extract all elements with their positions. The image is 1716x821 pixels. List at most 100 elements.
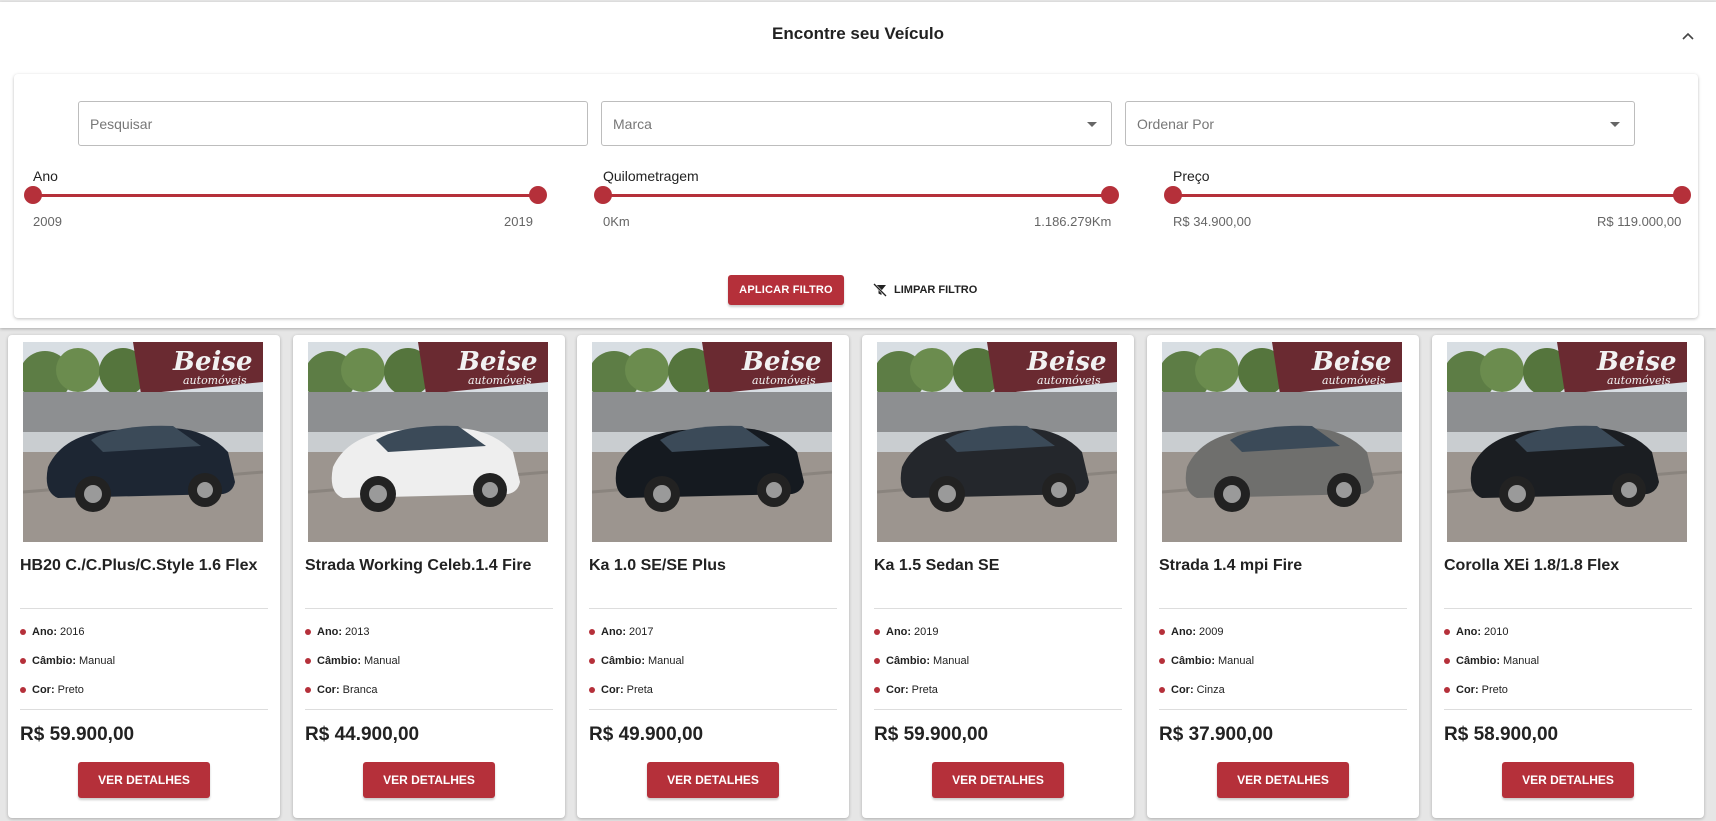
- car-photo[interactable]: Beise automóveis: [592, 342, 832, 542]
- spec-label: Câmbio:: [317, 655, 361, 667]
- divider: [305, 608, 553, 609]
- bullet-icon: [1159, 629, 1165, 635]
- spec-gear: Câmbio: Manual: [874, 655, 969, 667]
- year-max-value: 2019: [504, 214, 533, 229]
- divider: [874, 709, 1122, 710]
- svg-text:automóveis: automóveis: [1607, 374, 1671, 387]
- bullet-icon: [874, 687, 880, 693]
- spec-value: Cinza: [1196, 684, 1225, 696]
- spec-value: Manual: [1503, 655, 1540, 667]
- spec-value: Preto: [1481, 684, 1508, 696]
- bullet-icon: [589, 687, 595, 693]
- search-input[interactable]: [90, 115, 576, 132]
- price-max-value: R$ 119.000,00: [1597, 214, 1682, 229]
- svg-text:automóveis: automóveis: [752, 374, 816, 387]
- brand-select[interactable]: Marca: [601, 101, 1112, 146]
- price-slider-track[interactable]: [1173, 194, 1682, 197]
- bullet-icon: [305, 687, 311, 693]
- spec-value: Manual: [648, 655, 685, 667]
- spec-label: Cor:: [886, 684, 909, 696]
- sort-select-label: Ordenar Por: [1137, 115, 1215, 132]
- car-price: R$ 59.900,00: [874, 724, 989, 745]
- year-slider-label: Ano: [33, 168, 58, 184]
- divider: [20, 608, 268, 609]
- spec-value: Branca: [342, 684, 378, 696]
- brand-watermark: Beise: [1026, 347, 1107, 377]
- bullet-icon: [20, 658, 26, 664]
- km-max-value: 1.186.279Km: [1034, 214, 1112, 229]
- spec-value: Manual: [364, 655, 401, 667]
- km-slider-max-thumb[interactable]: [1101, 186, 1119, 204]
- car-photo[interactable]: Beise automóveis: [23, 342, 263, 542]
- car-photo[interactable]: Beise automóveis: [1447, 342, 1687, 542]
- bullet-icon: [589, 629, 595, 635]
- spec-label: Cor:: [1171, 684, 1194, 696]
- spec-value: Manual: [933, 655, 970, 667]
- spec-label: Câmbio:: [32, 655, 76, 667]
- spec-year: Ano: 2010: [1444, 626, 1509, 638]
- bullet-icon: [305, 629, 311, 635]
- spec-value: Preta: [626, 684, 653, 696]
- km-slider-track[interactable]: [603, 194, 1110, 197]
- car-title[interactable]: Corolla XEi 1.8/1.8 Flex: [1444, 557, 1699, 575]
- spec-value: 2019: [914, 626, 939, 638]
- spec-label: Ano:: [1171, 626, 1197, 638]
- bullet-icon: [1444, 687, 1450, 693]
- bullet-icon: [874, 629, 880, 635]
- km-slider-min-thumb[interactable]: [594, 186, 612, 204]
- view-details-button[interactable]: VER DETALHES: [78, 762, 210, 798]
- spec-gear: Câmbio: Manual: [1159, 655, 1254, 667]
- car-title[interactable]: Strada Working Celeb.1.4 Fire: [305, 557, 560, 575]
- spec-color: Cor: Preto: [20, 684, 84, 696]
- brand-watermark: Beise: [741, 347, 822, 377]
- view-details-button[interactable]: VER DETALHES: [1217, 762, 1349, 798]
- year-slider-max-thumb[interactable]: [529, 186, 547, 204]
- svg-text:automóveis: automóveis: [1322, 374, 1386, 387]
- caret-down-icon: [1087, 122, 1097, 127]
- spec-year: Ano: 2016: [20, 626, 85, 638]
- car-card: Beise automóveis Corolla XEi 1.8/1.8 Fle…: [1432, 335, 1704, 818]
- bullet-icon: [589, 658, 595, 664]
- search-field[interactable]: [78, 101, 588, 146]
- spec-gear: Câmbio: Manual: [305, 655, 400, 667]
- spec-gear: Câmbio: Manual: [589, 655, 684, 667]
- km-min-value: 0Km: [603, 214, 630, 229]
- spec-value: Preto: [57, 684, 84, 696]
- divider: [20, 709, 268, 710]
- year-slider-track[interactable]: [33, 194, 538, 197]
- chevron-up-icon[interactable]: [1678, 26, 1698, 46]
- car-card: Beise automóveis Ka 1.0 SE/SE Plus Ano: 2…: [577, 335, 849, 818]
- view-details-button[interactable]: VER DETALHES: [647, 762, 779, 798]
- car-price: R$ 49.900,00: [589, 724, 704, 745]
- bullet-icon: [20, 629, 26, 635]
- price-slider-min-thumb[interactable]: [1164, 186, 1182, 204]
- year-slider-min-thumb[interactable]: [24, 186, 42, 204]
- divider: [589, 608, 837, 609]
- clear-filter-label: LIMPAR FILTRO: [894, 284, 978, 296]
- car-photo[interactable]: Beise automóveis: [877, 342, 1117, 542]
- brand-watermark: Beise: [172, 347, 253, 377]
- car-photo[interactable]: Beise automóveis: [308, 342, 548, 542]
- car-title[interactable]: Strada 1.4 mpi Fire: [1159, 557, 1414, 575]
- spec-label: Câmbio:: [886, 655, 930, 667]
- price-slider-max-thumb[interactable]: [1673, 186, 1691, 204]
- car-card: Beise automóveis Strada Working Celeb.1.…: [293, 335, 565, 818]
- car-title[interactable]: Ka 1.0 SE/SE Plus: [589, 557, 844, 575]
- svg-text:automóveis: automóveis: [1037, 374, 1101, 387]
- filter-off-icon: [873, 283, 887, 297]
- car-photo[interactable]: Beise automóveis: [1162, 342, 1402, 542]
- apply-filter-button[interactable]: APLICAR FILTRO: [728, 275, 844, 305]
- clear-filter-button[interactable]: LIMPAR FILTRO: [872, 275, 992, 305]
- view-details-button[interactable]: VER DETALHES: [1502, 762, 1634, 798]
- spec-label: Ano:: [886, 626, 912, 638]
- brand-select-label: Marca: [613, 115, 652, 132]
- divider: [874, 608, 1122, 609]
- bullet-icon: [874, 658, 880, 664]
- car-title[interactable]: Ka 1.5 Sedan SE: [874, 557, 1129, 575]
- car-title[interactable]: HB20 C./C.Plus/C.Style 1.6 Flex: [20, 557, 275, 575]
- sort-select[interactable]: Ordenar Por: [1125, 101, 1635, 146]
- view-details-button[interactable]: VER DETALHES: [363, 762, 495, 798]
- view-details-button[interactable]: VER DETALHES: [932, 762, 1064, 798]
- car-price: R$ 59.900,00: [20, 724, 135, 745]
- spec-label: Câmbio:: [601, 655, 645, 667]
